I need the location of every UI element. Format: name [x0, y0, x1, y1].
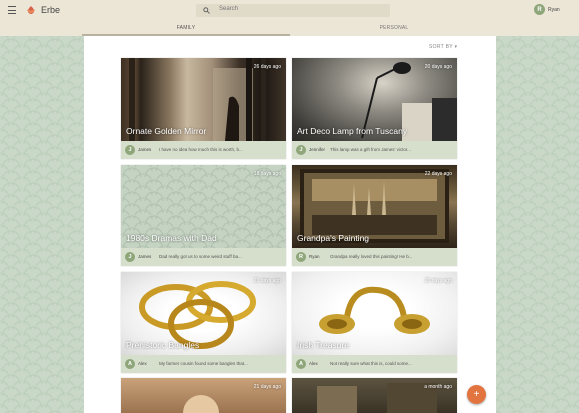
sort-label: SORT BY: [429, 44, 453, 50]
card[interactable]: a month ago: [292, 378, 457, 413]
card[interactable]: 20 days ago Art Deco Lamp from Tuscany J…: [292, 58, 457, 159]
avatar: A: [296, 359, 306, 369]
author-name: James: [138, 147, 152, 152]
card-title: Ornate Golden Mirror: [126, 126, 207, 136]
card-age: 22 days ago: [424, 171, 452, 177]
author-name: Jennifer: [309, 147, 326, 152]
card-title: Grandpa's Painting: [297, 233, 370, 243]
card[interactable]: 20 days ago Irish Treasure A Alex Not re…: [292, 272, 457, 373]
card-age: 26 days ago: [253, 64, 281, 70]
author-name: James: [138, 254, 152, 259]
card[interactable]: 22 days ago Grandpa's Painting R Ryan Gr…: [292, 165, 457, 266]
card-title: Art Deco Lamp from Tuscany: [297, 126, 408, 136]
search-icon: [203, 7, 210, 14]
card-footer: J James Dad really got us to some weird …: [121, 248, 286, 266]
card-title: Irish Treasure: [297, 340, 349, 350]
card-title: 1980s Dramas with Dad: [126, 233, 217, 243]
user-name: Ryan: [548, 6, 560, 13]
card-excerpt: I have no idea how much this is worth, b…: [159, 147, 243, 152]
tab-personal[interactable]: PERSONAL: [290, 22, 498, 36]
author-name: Alex: [138, 361, 147, 366]
avatar: R: [534, 4, 545, 15]
avatar: R: [296, 252, 306, 262]
avatar: J: [125, 252, 135, 262]
card-age: 20 days ago: [424, 278, 452, 284]
author-name: Ryan: [309, 254, 320, 259]
app-bar: Erbe Search R Ryan: [0, 0, 579, 22]
card-excerpt: Dad really got us to some weird stuff ba…: [159, 254, 242, 259]
author-name: Alex: [309, 361, 318, 366]
add-button[interactable]: +: [467, 385, 486, 404]
logo-icon: [27, 6, 35, 14]
menu-icon[interactable]: [8, 6, 16, 14]
card-excerpt: Grandpa really loved this painting! He b…: [330, 254, 413, 259]
plus-icon: +: [473, 389, 480, 400]
search-bar[interactable]: Search: [196, 4, 390, 17]
card-excerpt: This lamp was a gift from James' victor.…: [330, 147, 411, 152]
card-excerpt: My farmer cousin found some bangles that…: [159, 361, 248, 366]
card-footer: R Ryan Grandpa really loved this paintin…: [292, 248, 457, 266]
card-footer: J Jennifer This lamp was a gift from Jam…: [292, 141, 457, 159]
card[interactable]: 18 days ago 1980s Dramas with Dad J Jame…: [121, 165, 286, 266]
card-footer: A Alex Not really sure what this is, cou…: [292, 355, 457, 373]
card-footer: A Alex My farmer cousin found some bangl…: [121, 355, 286, 373]
card[interactable]: 21 days ago: [121, 378, 286, 413]
card[interactable]: 21 days ago Prehistoric Bangles A Alex M…: [121, 272, 286, 373]
card-age: 21 days ago: [253, 384, 281, 390]
avatar: J: [125, 145, 135, 155]
card-footer: J James I have no idea how much this is …: [121, 141, 286, 159]
card-excerpt: Not really sure what this is, could some…: [330, 361, 412, 366]
app-title: Erbe: [41, 5, 61, 15]
card[interactable]: 26 days ago Ornate Golden Mirror J James…: [121, 58, 286, 159]
card-age: 20 days ago: [424, 64, 452, 70]
search-input[interactable]: Search: [219, 6, 238, 12]
sort-dropdown[interactable]: SORT BY ▾: [429, 44, 457, 50]
avatar: J: [296, 145, 306, 155]
card-title: Prehistoric Bangles: [126, 340, 200, 350]
card-age: 18 days ago: [253, 171, 281, 177]
chevron-down-icon: ▾: [454, 44, 458, 50]
user-chip[interactable]: R Ryan: [534, 4, 560, 15]
card-age: 21 days ago: [253, 278, 281, 284]
card-age: a month ago: [424, 384, 452, 390]
avatar: A: [125, 359, 135, 369]
